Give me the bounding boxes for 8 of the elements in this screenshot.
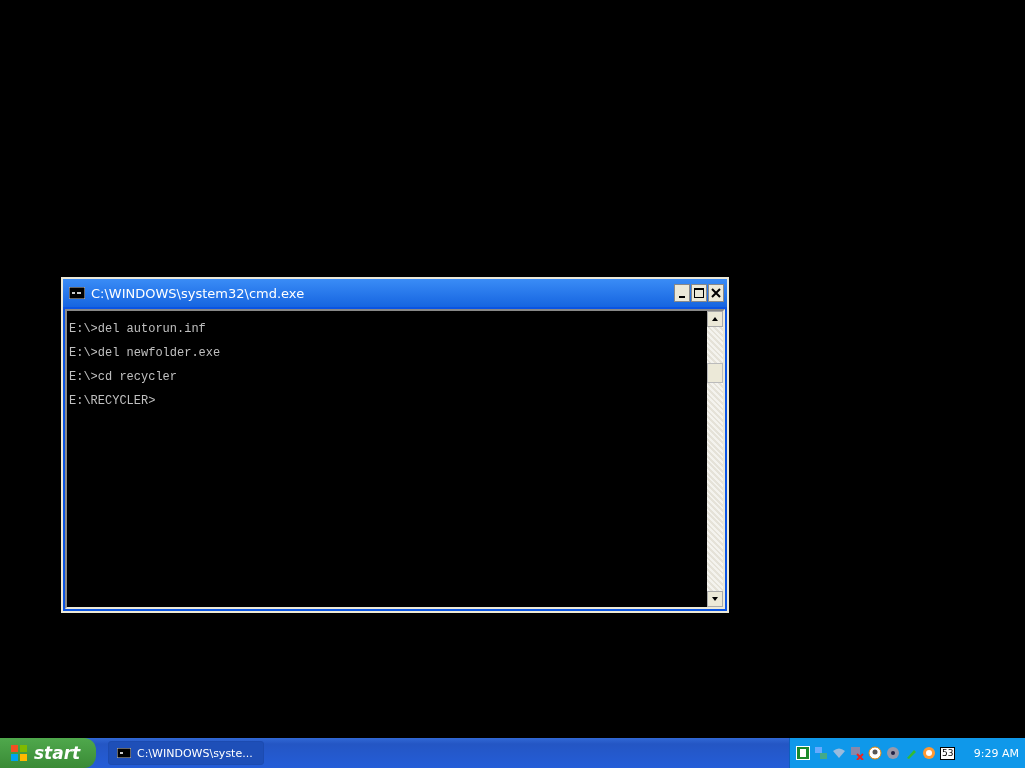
- console-line: E:\RECYCLER>: [69, 393, 157, 410]
- calendar-icon[interactable]: 53: [940, 746, 956, 760]
- window-title: C:\WINDOWS\system32\cmd.exe: [91, 285, 306, 301]
- console-line: E:\>del autorun.inf: [69, 321, 207, 338]
- start-button[interactable]: start: [0, 738, 96, 768]
- console-line: E:\>del newfolder.exe: [69, 345, 222, 362]
- taskbar-button[interactable]: C:\WINDOWS\syste...: [108, 741, 264, 765]
- console-line: E:\>cd recycler: [69, 369, 179, 386]
